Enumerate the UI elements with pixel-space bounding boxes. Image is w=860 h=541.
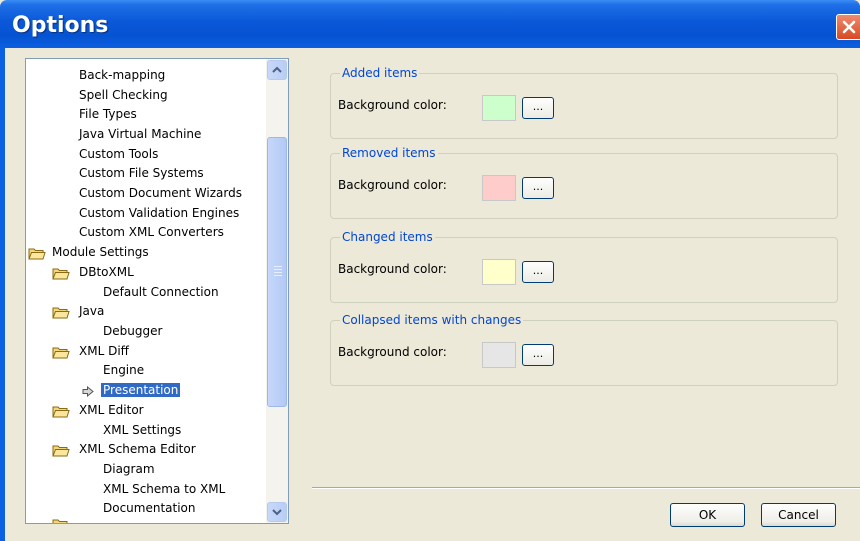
tree-item-label: Custom Validation Engines bbox=[79, 206, 240, 220]
tree-item-presentation[interactable]: Presentation bbox=[101, 381, 181, 400]
choose-color-button[interactable]: ... bbox=[522, 344, 554, 366]
tree-item-diagram[interactable]: Diagram bbox=[103, 460, 155, 479]
tree-item-java[interactable]: Java bbox=[79, 302, 104, 321]
scroll-grip bbox=[274, 275, 282, 276]
tree-item-label: Back-mapping bbox=[79, 68, 166, 82]
tree-item-xml-settings[interactable]: XML Settings bbox=[103, 421, 181, 440]
color-swatch bbox=[482, 342, 516, 368]
close-icon bbox=[842, 20, 856, 34]
tree-item-label: Presentation bbox=[101, 383, 181, 397]
tree-item-xml-schema-editor[interactable]: XML Schema Editor bbox=[79, 440, 196, 459]
window-title: Options bbox=[12, 13, 109, 38]
tree-item-label: Java Virtual Machine bbox=[79, 127, 202, 141]
tree-item-label: Custom XML Converters bbox=[79, 225, 224, 239]
tree-item-java-virtual-machine[interactable]: Java Virtual Machine bbox=[79, 125, 201, 144]
group-title: Removed items bbox=[340, 146, 438, 160]
folder-open-icon bbox=[52, 306, 70, 319]
tree-item-xml-editor[interactable]: XML Editor bbox=[79, 401, 144, 420]
folder-open-icon bbox=[52, 444, 70, 457]
tree-scrollbar[interactable] bbox=[266, 59, 288, 523]
scroll-grip bbox=[274, 272, 282, 273]
tree-item-engine[interactable]: Engine bbox=[103, 361, 144, 380]
choose-color-button[interactable]: ... bbox=[522, 97, 554, 119]
options-tree[interactable]: Back-mapping Spell Checking File Types J… bbox=[25, 58, 289, 524]
tree-content: Back-mapping Spell Checking File Types J… bbox=[26, 59, 266, 523]
tree-item-file-types[interactable]: File Types bbox=[79, 105, 137, 124]
group-title: Added items bbox=[340, 66, 420, 80]
choose-color-button[interactable]: ... bbox=[522, 261, 554, 283]
tree-item-label: DBtoXML bbox=[79, 265, 134, 279]
tree-item-label: File Types bbox=[79, 107, 137, 121]
tree-item-label: Custom Document Wizards bbox=[79, 186, 242, 200]
ok-button[interactable]: OK bbox=[670, 503, 745, 527]
background-color-label: Background color: bbox=[338, 98, 447, 112]
tree-item-label: Engine bbox=[103, 363, 145, 377]
tree-item-label: XML Editor bbox=[79, 403, 144, 417]
group-removed-items: Removed items Background color: ... bbox=[330, 146, 838, 219]
chevron-up-icon bbox=[272, 66, 282, 73]
folder-open-icon bbox=[52, 346, 70, 359]
tree-item-xml-diff[interactable]: XML Diff bbox=[79, 342, 129, 361]
tree-item-custom-document-wizards[interactable]: Custom Document Wizards bbox=[79, 184, 242, 203]
title-bar[interactable]: Options bbox=[0, 0, 860, 48]
chevron-down-icon bbox=[272, 509, 282, 516]
color-swatch bbox=[482, 175, 516, 201]
folder-open-icon bbox=[52, 518, 70, 523]
group-changed-items: Changed items Background color: ... bbox=[330, 230, 838, 303]
close-button[interactable] bbox=[836, 14, 860, 40]
choose-color-button[interactable]: ... bbox=[522, 177, 554, 199]
tree-item-spell-checking[interactable]: Spell Checking bbox=[79, 86, 168, 105]
background-color-label: Background color: bbox=[338, 345, 447, 359]
tree-item-label: Module Settings bbox=[52, 245, 149, 259]
tree-item-label: Default Connection bbox=[103, 285, 219, 299]
tree-item-label: Custom Tools bbox=[79, 147, 159, 161]
tree-item-label: Java bbox=[79, 304, 105, 318]
tree-item-label: Debugger bbox=[103, 324, 163, 338]
folder-open-icon bbox=[52, 267, 70, 280]
background-color-label: Background color: bbox=[338, 262, 447, 276]
group-added-items: Added items Background color: ... bbox=[330, 66, 838, 139]
group-title: Collapsed items with changes bbox=[340, 313, 524, 327]
arrow-right-icon bbox=[82, 385, 94, 398]
separator bbox=[312, 487, 860, 489]
tree-item-documentation[interactable]: Documentation bbox=[103, 499, 196, 518]
scroll-grip bbox=[274, 266, 282, 267]
folder-open-icon bbox=[52, 405, 70, 418]
cancel-button[interactable]: Cancel bbox=[761, 503, 836, 527]
color-swatch bbox=[482, 259, 516, 285]
tree-item-label: XML Schema Editor bbox=[79, 442, 196, 456]
tree-item-default-connection[interactable]: Default Connection bbox=[103, 283, 219, 302]
tree-item-label: Diagram bbox=[103, 462, 155, 476]
tree-item-label: XML Schema to XML bbox=[103, 482, 226, 496]
group-collapsed-items: Collapsed items with changes Background … bbox=[330, 313, 838, 386]
tree-item-back-mapping[interactable]: Back-mapping bbox=[79, 66, 165, 85]
scroll-grip bbox=[274, 269, 282, 270]
scroll-up-button[interactable] bbox=[267, 60, 287, 80]
tree-item-dbtoxml[interactable]: DBtoXML bbox=[79, 263, 134, 282]
color-swatch bbox=[482, 95, 516, 121]
tree-item-custom-file-systems[interactable]: Custom File Systems bbox=[79, 164, 204, 183]
tree-item-label: Custom File Systems bbox=[79, 166, 204, 180]
tree-item-custom-xml-converters[interactable]: Custom XML Converters bbox=[79, 223, 224, 242]
tree-item-debugger[interactable]: Debugger bbox=[103, 322, 162, 341]
tree-item-custom-validation-engines[interactable]: Custom Validation Engines bbox=[79, 204, 239, 223]
tree-item-custom-tools[interactable]: Custom Tools bbox=[79, 145, 158, 164]
folder-open-icon bbox=[28, 247, 46, 260]
tree-item-label: XML Diff bbox=[79, 344, 129, 358]
background-color-label: Background color: bbox=[338, 178, 447, 192]
group-title: Changed items bbox=[340, 230, 435, 244]
tree-item-label: XML Settings bbox=[103, 423, 182, 437]
scroll-thumb[interactable] bbox=[267, 137, 287, 407]
tree-item-module-settings[interactable]: Module Settings bbox=[52, 243, 149, 262]
tree-item-xml-schema-to-xml[interactable]: XML Schema to XML bbox=[103, 480, 225, 499]
tree-item-label: Spell Checking bbox=[79, 88, 168, 102]
scroll-down-button[interactable] bbox=[267, 502, 287, 522]
tree-item-label: Documentation bbox=[103, 501, 196, 515]
